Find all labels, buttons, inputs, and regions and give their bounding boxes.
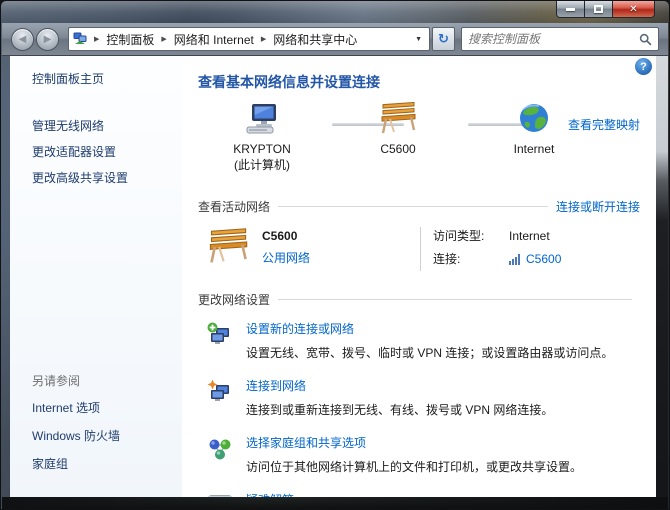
content-area: 控制面板主页 管理无线网络 更改适配器设置 更改高级共享设置 另请参阅 Inte…: [10, 56, 656, 497]
access-type-label: 访问类型:: [433, 227, 495, 244]
active-networks-header: 查看活动网络: [198, 198, 270, 215]
sidebar-item-control-panel-home[interactable]: 控制面板主页: [32, 70, 104, 87]
network-map: KRYPTON (此计算机): [198, 102, 640, 190]
connect-to-network-text: 连接到网络 连接到或重新连接到无线、有线、拨号或 VPN 网络连接。: [246, 377, 553, 418]
window-bottom-border: [2, 497, 668, 509]
help-icon[interactable]: ?: [635, 58, 652, 75]
active-network-summary: C5600 公用网络: [206, 227, 420, 267]
page-title: 查看基本网络信息并设置连接: [198, 72, 640, 92]
map-node-computer[interactable]: KRYPTON (此计算机): [202, 102, 322, 173]
close-icon: ✕: [629, 4, 637, 15]
bench-icon[interactable]: [206, 227, 250, 267]
sidebar-item-homegroup[interactable]: 家庭组: [32, 455, 68, 472]
sidebar-item-internet-options[interactable]: Internet 选项: [32, 399, 100, 416]
close-button[interactable]: ✕: [613, 1, 655, 18]
connection-network-name: C5600: [526, 252, 561, 266]
map-node-network[interactable]: C5600: [338, 102, 458, 156]
location-icon: [73, 32, 87, 46]
back-icon: ◀: [19, 34, 27, 45]
connect-disconnect-link[interactable]: 连接或断开连接: [556, 198, 640, 215]
see-also-header: 另请参阅: [32, 372, 120, 389]
setup-new-connection-link[interactable]: 设置新的连接或网络: [246, 320, 354, 337]
divider-line: [420, 227, 421, 271]
computer-icon: [243, 102, 281, 136]
see-full-map-link[interactable]: 查看完整映射: [568, 116, 640, 133]
homegroup-icon[interactable]: [206, 434, 246, 475]
map-node-label: Internet: [474, 142, 594, 156]
new-connection-icon[interactable]: [206, 320, 246, 361]
breadcrumb-separator[interactable]: ▶: [89, 35, 104, 43]
sidebar-item-windows-firewall[interactable]: Windows 防火墙: [32, 427, 120, 444]
active-network-card: C5600 公用网络 访问类型: Internet 连接:: [206, 227, 640, 273]
main-panel: ? 查看基本网络信息并设置连接: [182, 56, 656, 497]
breadcrumb-control-panel[interactable]: 控制面板: [104, 29, 156, 50]
connection-label: 连接:: [433, 250, 495, 267]
forward-button[interactable]: ▶: [36, 28, 59, 51]
network-settings-header: 更改网络设置: [198, 291, 270, 308]
access-type-value: Internet: [509, 229, 550, 243]
map-node-label: C5600: [338, 142, 458, 156]
globe-icon: [517, 102, 551, 136]
active-network-name: C5600: [262, 229, 310, 243]
homegroup-sharing-desc: 访问位于其他网络计算机上的文件和打印机，或更改共享设置。: [246, 458, 582, 475]
homegroup-sharing-text: 选择家庭组和共享选项 访问位于其他网络计算机上的文件和打印机，或更改共享设置。: [246, 434, 582, 475]
window-controls: ✕: [556, 1, 655, 18]
active-networks-header-row: 查看活动网络 连接或断开连接: [198, 198, 640, 215]
public-network-link[interactable]: 公用网络: [262, 249, 310, 266]
address-bar[interactable]: ▶ 控制面板 ▶ 网络和 Internet ▶ 网络和共享中心 ▼: [68, 27, 430, 51]
breadcrumb-separator[interactable]: ▶: [256, 35, 271, 43]
network-sharing-center-window: ✕ ◀ ▶ ▶ 控制面板 ▶ 网络和 Internet ▶ 网络和共享中心 ▼ …: [0, 0, 670, 510]
sidebar-item-change-adapter[interactable]: 更改适配器设置: [32, 143, 116, 160]
maximize-icon: [594, 5, 603, 13]
connect-to-network-item: 连接到网络 连接到或重新连接到无线、有线、拨号或 VPN 网络连接。: [206, 377, 640, 418]
minimize-icon: [566, 8, 575, 11]
back-button[interactable]: ◀: [11, 28, 34, 51]
setup-new-connection-item: 设置新的连接或网络 设置无线、宽带、拨号、临时或 VPN 连接；或设置路由器或访…: [206, 320, 640, 361]
forward-icon: ▶: [44, 34, 52, 45]
setup-new-connection-text: 设置新的连接或网络 设置无线、宽带、拨号、临时或 VPN 连接；或设置路由器或访…: [246, 320, 613, 361]
search-input[interactable]: [468, 32, 639, 46]
breadcrumb-separator[interactable]: ▶: [156, 35, 171, 43]
bench-icon: [378, 102, 418, 136]
window-right-border: [656, 56, 668, 509]
breadcrumb-network-sharing-center[interactable]: 网络和共享中心: [271, 29, 359, 50]
breadcrumb-network-internet[interactable]: 网络和 Internet: [172, 29, 256, 50]
connect-to-network-link[interactable]: 连接到网络: [246, 377, 306, 394]
network-settings-header-row: 更改网络设置: [198, 291, 640, 308]
wireless-signal-icon: [509, 253, 522, 265]
sidebar-item-advanced-sharing[interactable]: 更改高级共享设置: [32, 169, 128, 186]
connect-network-icon[interactable]: [206, 377, 246, 418]
maximize-button[interactable]: [585, 1, 613, 18]
homegroup-sharing-item: 选择家庭组和共享选项 访问位于其他网络计算机上的文件和打印机，或更改共享设置。: [206, 434, 640, 475]
minimize-button[interactable]: [556, 1, 585, 18]
connect-to-network-desc: 连接到或重新连接到无线、有线、拨号或 VPN 网络连接。: [246, 401, 553, 418]
navigation-toolbar: ◀ ▶ ▶ 控制面板 ▶ 网络和 Internet ▶ 网络和共享中心 ▼ ↻: [2, 23, 668, 56]
setup-new-connection-desc: 设置无线、宽带、拨号、临时或 VPN 连接；或设置路由器或访问点。: [246, 344, 613, 361]
homegroup-sharing-link[interactable]: 选择家庭组和共享选项: [246, 434, 366, 451]
connection-link[interactable]: C5600: [509, 252, 561, 266]
address-dropdown-icon[interactable]: ▼: [410, 36, 427, 43]
sidebar: 控制面板主页 管理无线网络 更改适配器设置 更改高级共享设置 另请参阅 Inte…: [10, 56, 182, 497]
divider-line: [278, 299, 632, 300]
search-icon: [639, 33, 652, 46]
search-box: [461, 27, 659, 51]
map-node-label: KRYPTON: [202, 142, 322, 156]
refresh-button[interactable]: ↻: [432, 27, 455, 51]
map-node-sublabel: (此计算机): [202, 156, 322, 173]
divider-line: [278, 206, 548, 207]
refresh-icon: ↻: [438, 31, 449, 47]
sidebar-see-also: 另请参阅 Internet 选项 Windows 防火墙 家庭组: [32, 372, 120, 483]
sidebar-item-manage-wireless[interactable]: 管理无线网络: [32, 117, 104, 134]
active-network-details: 访问类型: Internet 连接:: [433, 227, 561, 273]
